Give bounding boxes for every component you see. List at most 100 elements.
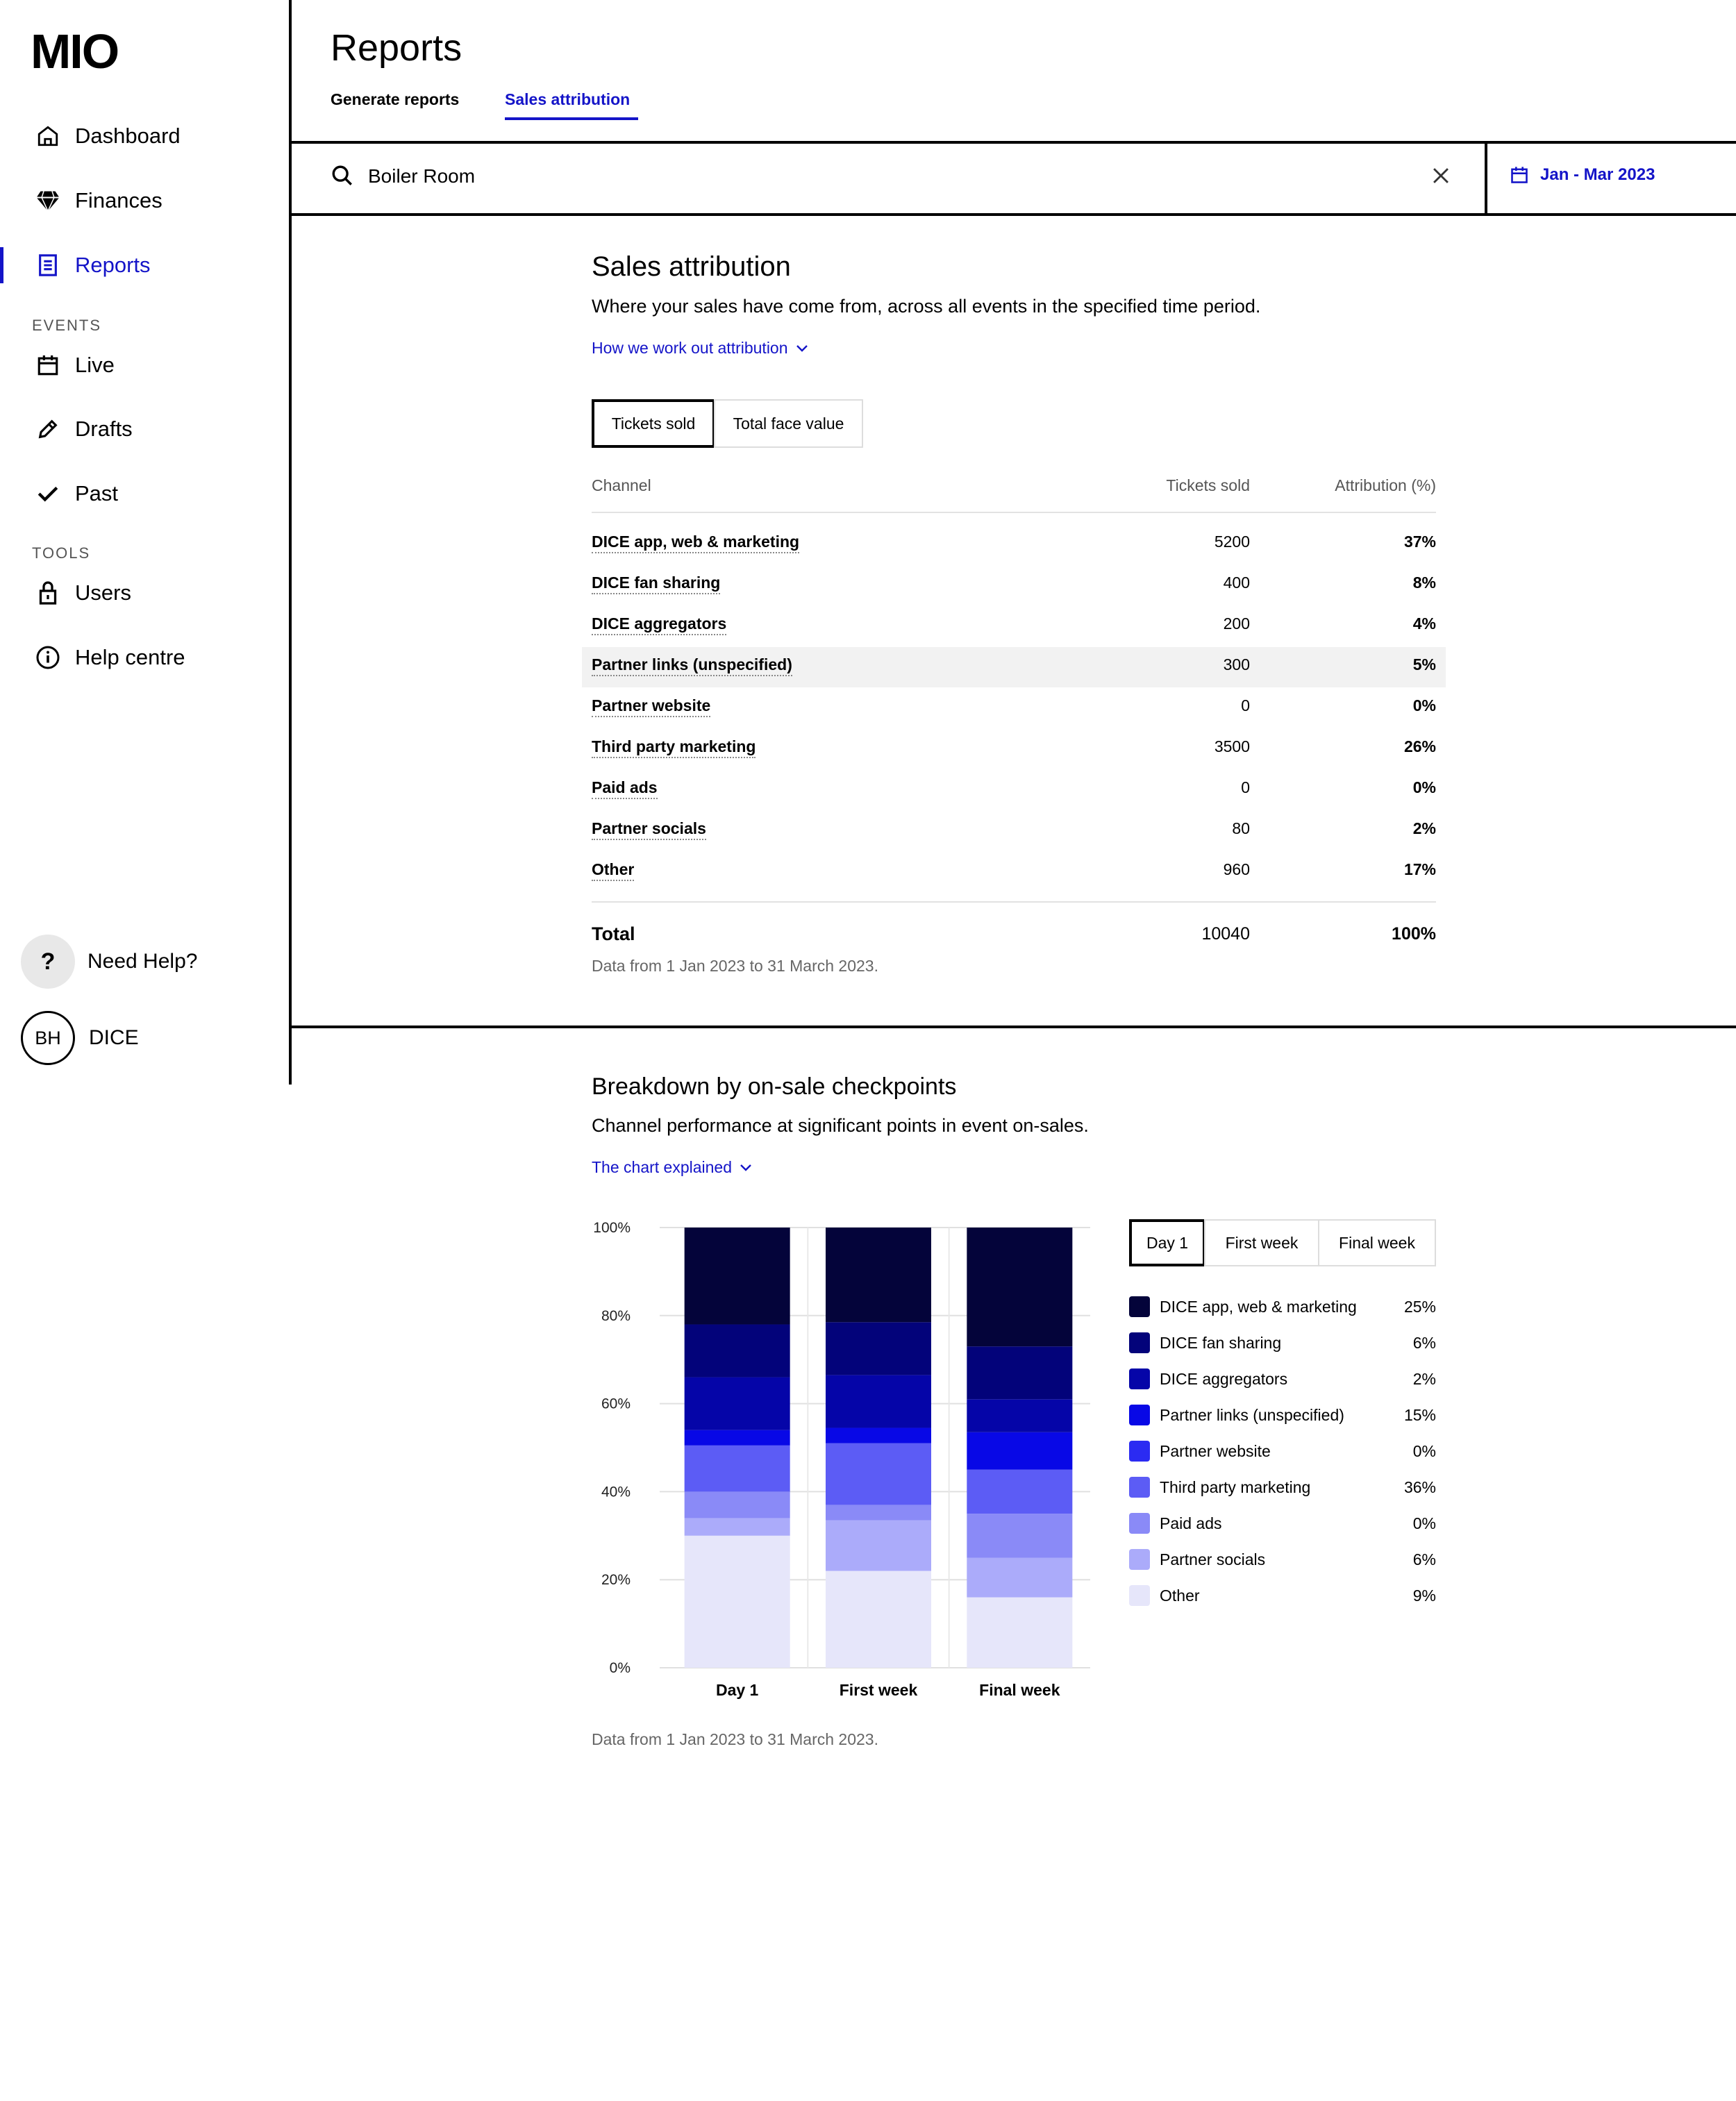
bar-segment[interactable]	[684, 1535, 790, 1668]
bar-segment[interactable]	[826, 1228, 931, 1323]
channel-name[interactable]: DICE app, web & marketing	[592, 533, 800, 553]
tab-active-underline	[505, 117, 638, 120]
channel-name[interactable]: Other	[592, 860, 635, 881]
channel-name[interactable]: Partner socials	[592, 819, 706, 840]
bar-segment[interactable]	[826, 1322, 931, 1375]
section-divider	[289, 1026, 1736, 1028]
channel-name[interactable]: Partner website	[592, 696, 711, 717]
channel-name[interactable]: DICE aggregators	[592, 614, 727, 635]
column-header-tickets-sold: Tickets sold	[1166, 476, 1250, 494]
x-tick-label: Final week	[979, 1681, 1060, 1699]
sidebar-item-drafts[interactable]: Drafts	[35, 408, 133, 450]
legend-swatch	[1129, 1513, 1150, 1534]
question-icon: ?	[21, 935, 75, 989]
legend-label: DICE fan sharing	[1160, 1333, 1282, 1352]
bar-segment[interactable]	[826, 1571, 931, 1668]
legend-item: Partner links (unspecified) 15%	[1129, 1401, 1436, 1429]
bar-segment[interactable]	[826, 1428, 931, 1443]
sidebar-item-reports[interactable]: Reports	[35, 244, 151, 286]
bar-segment[interactable]	[967, 1557, 1073, 1598]
bar-segment[interactable]	[967, 1597, 1073, 1668]
tab-sales-attribution[interactable]: Sales attribution	[505, 90, 630, 109]
sidebar-item-label: Drafts	[75, 417, 133, 441]
legend-label: DICE app, web & marketing	[1160, 1297, 1357, 1316]
bar-segment[interactable]	[967, 1228, 1073, 1347]
section-label-tools: TOOLS	[32, 544, 91, 562]
channel-name[interactable]: DICE fan sharing	[592, 574, 721, 594]
legend-value: 9%	[1412, 1586, 1436, 1605]
legend-label: Other	[1160, 1586, 1200, 1605]
tickets-sold-value: 200	[1223, 614, 1250, 633]
sidebar-item-live[interactable]: Live	[35, 344, 115, 386]
sidebar-item-label: Reports	[75, 253, 151, 277]
column-header-channel: Channel	[592, 476, 651, 494]
attribution-explainer-link[interactable]: How we work out attribution	[592, 339, 809, 358]
toggle-final-week[interactable]: Final week	[1318, 1219, 1436, 1266]
breakdown-data-note: Data from 1 Jan 2023 to 31 March 2023.	[592, 1730, 878, 1748]
legend-swatch	[1129, 1585, 1150, 1606]
bar-segment[interactable]	[684, 1491, 790, 1518]
sidebar-item-label: Finances	[75, 188, 162, 212]
sidebar-item-past[interactable]: Past	[35, 473, 118, 514]
sidebar-item-label: Dashboard	[75, 124, 181, 148]
legend-label: DICE aggregators	[1160, 1369, 1288, 1388]
toggle-tickets-sold[interactable]: Tickets sold	[592, 399, 715, 448]
y-tick-label: 80%	[601, 1308, 631, 1324]
total-label: Total	[592, 923, 635, 944]
need-help-button[interactable]: ? Need Help?	[21, 935, 197, 989]
bar-segment[interactable]	[684, 1377, 790, 1430]
legend-value: 0%	[1412, 1441, 1436, 1460]
total-attribution-value: 100%	[1392, 924, 1436, 944]
date-separator	[1485, 141, 1487, 213]
bar-segment[interactable]	[967, 1432, 1073, 1470]
sidebar-item-users[interactable]: Users	[35, 572, 131, 614]
channel-name[interactable]: Third party marketing	[592, 737, 756, 758]
toggle-total-face-value[interactable]: Total face value	[714, 399, 863, 448]
tickets-sold-value: 960	[1223, 860, 1250, 878]
bar-segment[interactable]	[684, 1430, 790, 1446]
bar-segment[interactable]	[967, 1514, 1073, 1558]
y-tick-label: 0%	[610, 1660, 631, 1676]
bar-segment[interactable]	[684, 1324, 790, 1378]
stacked-bar-chart: 0% 20% 40% 60% 80% 100% Day 1 First week Final w…	[593, 1220, 1090, 1699]
bar-segment[interactable]	[684, 1518, 790, 1536]
bar-segment[interactable]	[967, 1346, 1073, 1400]
legend-value: 0%	[1412, 1514, 1436, 1532]
bar-segment[interactable]	[684, 1445, 790, 1492]
toggle-day-1[interactable]: Day 1	[1129, 1219, 1205, 1266]
bar-segment[interactable]	[826, 1505, 931, 1521]
sidebar-item-finances[interactable]: Finances	[35, 180, 162, 221]
legend-item: DICE fan sharing 6%	[1129, 1329, 1436, 1357]
y-tick-label: 60%	[601, 1396, 631, 1412]
search-input[interactable]: Boiler Room	[368, 165, 475, 187]
legend-label: Paid ads	[1160, 1514, 1222, 1532]
tab-generate-reports[interactable]: Generate reports	[331, 90, 459, 109]
user-menu[interactable]: BH DICE	[21, 1011, 139, 1065]
close-icon	[1433, 168, 1449, 183]
app-logo[interactable]: MIO	[31, 24, 119, 79]
channel-name[interactable]: Partner links (unspecified)	[592, 655, 792, 676]
home-icon	[35, 123, 61, 149]
bar-segment[interactable]	[826, 1375, 931, 1428]
legend-value: 36%	[1403, 1478, 1436, 1496]
channel-name[interactable]: Paid ads	[592, 778, 658, 799]
attribution-value: 0%	[1412, 696, 1436, 714]
page-title: Reports	[331, 27, 462, 69]
bar-segment[interactable]	[826, 1520, 931, 1571]
date-range-button[interactable]: Jan - Mar 2023	[1510, 165, 1655, 185]
chart-explained-link[interactable]: The chart explained	[592, 1158, 753, 1177]
attribution-title: Sales attribution	[592, 251, 791, 282]
tickets-sold-value: 3500	[1214, 737, 1250, 755]
bar-segment[interactable]	[684, 1228, 790, 1325]
link-label: The chart explained	[592, 1158, 733, 1176]
bar-segment[interactable]	[967, 1399, 1073, 1432]
x-tick-label: Day 1	[716, 1681, 759, 1699]
sidebar-item-dashboard[interactable]: Dashboard	[35, 115, 181, 157]
bar-segment[interactable]	[826, 1443, 931, 1505]
toggle-first-week[interactable]: First week	[1204, 1219, 1319, 1266]
bar-segment[interactable]	[967, 1469, 1073, 1514]
legend-swatch	[1129, 1368, 1150, 1389]
clear-search-button[interactable]	[1429, 164, 1455, 190]
sidebar-item-help-centre[interactable]: Help centre	[35, 637, 185, 678]
calendar-icon	[1511, 167, 1528, 183]
